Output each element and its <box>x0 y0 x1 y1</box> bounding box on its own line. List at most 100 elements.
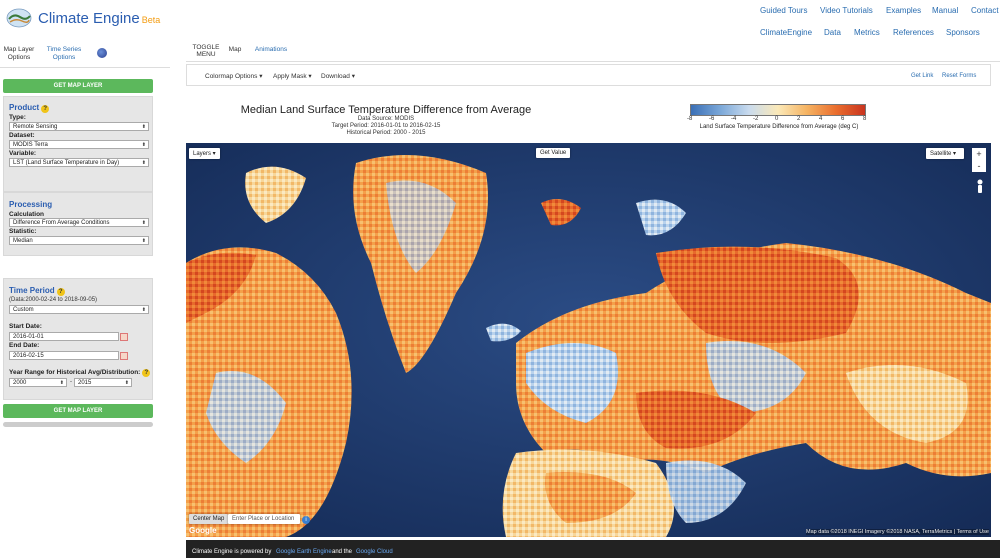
footer: Climate Engine is powered by Google Eart… <box>186 540 1000 558</box>
legend-tick-label: -6 <box>709 116 715 122</box>
map-historical-period: Historical Period: 2000 - 2015 <box>346 130 426 136</box>
layers-button[interactable]: Layers ▾ <box>189 148 220 159</box>
nav-metrics[interactable]: Metrics <box>854 28 880 37</box>
start-date-label: Start Date: <box>9 323 42 330</box>
map-attribution[interactable]: Map data ©2018 INEGI Imagery ©2018 NASA,… <box>806 529 989 535</box>
time-period-title: Time Period? <box>9 286 65 296</box>
zoom-control: + - <box>972 148 986 172</box>
start-date-input[interactable]: 2016-01-01 <box>9 332 119 341</box>
get-value-button[interactable]: Get Value <box>536 148 571 158</box>
legend-tick-label: 0 <box>775 116 779 122</box>
variable-label: Variable: <box>9 150 37 157</box>
nav-data[interactable]: Data <box>824 28 841 37</box>
end-date-label: End Date: <box>9 342 40 349</box>
toggle-menu-button[interactable]: TOGGLE MENU <box>190 44 222 58</box>
select-arrow-icon: ⬍ <box>141 124 146 130</box>
beta-badge: Beta <box>141 15 161 25</box>
hist-end-select[interactable]: 2015 ⬍ <box>74 378 132 387</box>
left-tabs: Map Layer Options Time Series Options <box>0 42 170 68</box>
statistic-select[interactable]: Median ⬍ <box>9 236 149 245</box>
google-earth-engine-link[interactable]: Google Earth Engine <box>276 549 332 555</box>
app-title[interactable]: Climate Engine Beta <box>38 10 160 27</box>
zoom-out-button[interactable]: - <box>972 160 986 172</box>
processing-title: Processing <box>9 200 53 209</box>
zoom-in-button[interactable]: + <box>972 148 986 160</box>
get-map-layer-button-bottom[interactable]: GET MAP LAYER <box>3 404 153 418</box>
location-search-input[interactable]: Enter Place or Location <box>228 514 300 524</box>
tab-map[interactable]: Map <box>226 46 244 53</box>
download-menu[interactable]: Download ▾ <box>321 72 355 80</box>
globe-icon[interactable] <box>97 48 107 58</box>
calculation-label: Calculation <box>9 211 45 218</box>
tab-map-layer-options[interactable]: Map Layer Options <box>2 46 36 62</box>
map-canvas[interactable]: Layers ▾ Get Value Satellite ▾ + - Cente… <box>186 143 991 537</box>
calendar-icon[interactable] <box>120 352 128 360</box>
pegman-icon[interactable] <box>976 179 984 195</box>
select-arrow-icon: ⬍ <box>141 220 146 226</box>
help-icon[interactable]: ? <box>56 288 65 296</box>
legend-tick-label: -4 <box>731 116 737 122</box>
calculation-select[interactable]: Difference From Average Conditions ⬍ <box>9 218 149 227</box>
legend-tick-label: 6 <box>841 116 845 122</box>
help-icon[interactable]: ? <box>142 369 151 377</box>
get-link-button[interactable]: Get Link <box>911 73 933 79</box>
time-period-box: Time Period? (Data:2000-02-24 to 2018-09… <box>3 278 153 400</box>
colormap-options-menu[interactable]: Colormap Options ▾ <box>205 72 262 80</box>
apply-mask-menu[interactable]: Apply Mask ▾ <box>273 72 312 80</box>
statistic-label: Statistic: <box>9 228 37 235</box>
color-legend: -8 -6 -4 -2 0 2 4 6 8 Land Surface Temperature D… <box>687 104 868 130</box>
google-cloud-link[interactable]: Google Cloud <box>356 549 393 555</box>
nav-manual[interactable]: Manual <box>932 6 958 15</box>
product-box: Product? Type: Remote Sensing ⬍ Dataset: … <box>3 96 153 192</box>
map-title: Median Land Surface Temperature Differen… <box>240 104 532 116</box>
temperature-anomaly-map <box>186 143 991 537</box>
hist-start-select[interactable]: 2000 ⬍ <box>9 378 67 387</box>
dataset-select[interactable]: MODIS Terra ⬍ <box>9 140 149 149</box>
nav-references[interactable]: References <box>893 28 934 37</box>
legend-tick-label: -8 <box>687 116 693 122</box>
product-title: Product? <box>9 103 50 113</box>
nav-video-tutorials[interactable]: Video Tutorials <box>820 6 873 15</box>
footer-and: and the <box>332 549 353 555</box>
nav-contact[interactable]: Contact <box>971 6 999 15</box>
time-mode-select[interactable]: Custom ⬍ <box>9 305 149 314</box>
hist-range-label: Year Range for Historical Avg/Distributi… <box>9 369 151 377</box>
get-map-layer-button-top[interactable]: GET MAP LAYER <box>3 79 153 93</box>
tab-time-series-options[interactable]: Time Series Options <box>44 46 84 62</box>
main-tabs: TOGGLE MENU Map Animations <box>186 42 1000 62</box>
nav-sponsors[interactable]: Sponsors <box>946 28 980 37</box>
map-title-block: Median Land Surface Temperature Differen… <box>186 104 586 137</box>
select-arrow-icon: ⬍ <box>141 307 146 313</box>
left-panel: Map Layer Options Time Series Options GE… <box>0 42 170 432</box>
type-label: Type: <box>9 114 26 121</box>
range-dash: - <box>70 379 72 385</box>
info-icon[interactable]: i <box>302 516 310 524</box>
nav-climateengine[interactable]: ClimateEngine <box>760 28 812 37</box>
type-select[interactable]: Remote Sensing ⬍ <box>9 122 149 131</box>
left-panel-scrollbar[interactable] <box>3 422 153 427</box>
nav-guided-tours[interactable]: Guided Tours <box>760 6 807 15</box>
select-arrow-icon: ⬍ <box>141 160 146 166</box>
select-arrow-icon: ⬍ <box>141 142 146 148</box>
select-arrow-icon: ⬍ <box>141 238 146 244</box>
climate-engine-logo-icon[interactable] <box>6 7 32 29</box>
legend-tick-label: -2 <box>753 116 759 122</box>
select-arrow-icon: ⬍ <box>124 380 129 386</box>
end-date-input[interactable]: 2016-02-15 <box>9 351 119 360</box>
satellite-select[interactable]: Satellite ▾ <box>926 148 964 159</box>
legend-caption: Land Surface Temperature Difference from… <box>699 124 859 130</box>
variable-select[interactable]: LST (Land Surface Temperature in Day) ⬍ <box>9 158 149 167</box>
legend-tick-label: 4 <box>819 116 823 122</box>
header: Climate Engine Beta Guided Tours Video Tu… <box>0 0 1000 42</box>
center-map-button[interactable]: Center Map <box>189 514 229 524</box>
calendar-icon[interactable] <box>120 333 128 341</box>
tab-animations[interactable]: Animations <box>254 46 288 53</box>
reset-forms-button[interactable]: Reset Forms <box>942 73 976 79</box>
google-logo: Google <box>189 526 217 535</box>
help-icon[interactable]: ? <box>41 105 50 113</box>
processing-box: Processing Calculation Difference From A… <box>3 192 153 256</box>
nav-examples[interactable]: Examples <box>886 6 921 15</box>
dataset-label: Dataset: <box>9 132 35 139</box>
legend-colorbar <box>690 104 866 116</box>
map-toolbar: Colormap Options ▾ Apply Mask ▾ Download… <box>186 64 991 86</box>
